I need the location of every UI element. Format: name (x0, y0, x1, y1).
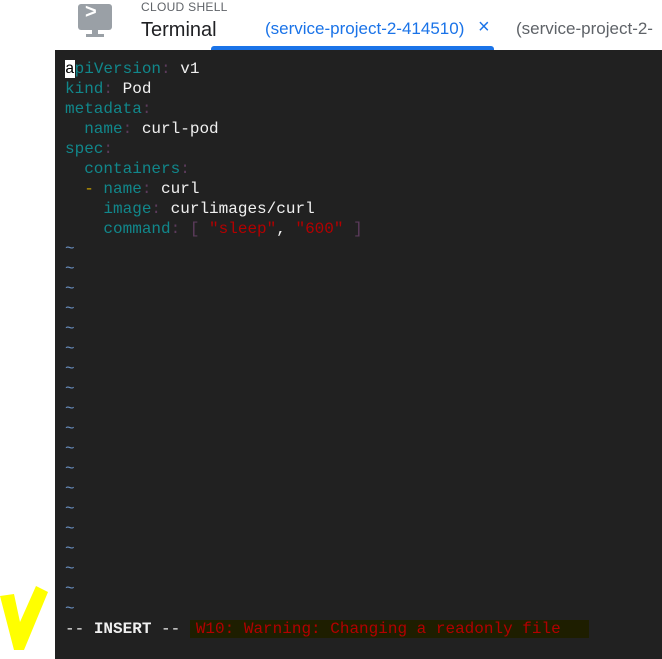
empty-line-tilde: ~ (65, 440, 75, 458)
tab-inactive[interactable]: (service-project-2- (516, 19, 653, 39)
yaml-key: image (103, 200, 152, 218)
colon: : (141, 100, 152, 118)
empty-line: ~ (65, 499, 589, 519)
empty-line: ~ (65, 439, 589, 459)
empty-line: ~ (65, 479, 589, 499)
empty-line-tilde: ~ (65, 400, 75, 418)
code-line: apiVersion: v1 (65, 59, 589, 79)
empty-line: ~ (65, 299, 589, 319)
empty-line-tilde: ~ (65, 280, 75, 298)
empty-line-tilde: ~ (65, 340, 75, 358)
colon: : (103, 140, 114, 158)
empty-line: ~ (65, 319, 589, 339)
list-dash: - (84, 180, 104, 198)
colon: : (103, 80, 114, 98)
empty-line-tilde: ~ (65, 240, 75, 258)
colon: : (151, 200, 162, 218)
bracket: ] (343, 220, 363, 238)
yaml-key: kind (65, 80, 104, 98)
warning-message: W10: Warning: Changing a readonly file (189, 620, 589, 638)
code-line: command: [ "sleep", "600" ] (65, 219, 589, 239)
yaml-value: curl (161, 180, 200, 198)
yaml-key: spec (65, 140, 104, 158)
colon: : (122, 120, 133, 138)
empty-line-tilde: ~ (65, 560, 75, 578)
empty-line: ~ (65, 239, 589, 259)
colon: : (161, 60, 171, 78)
bracket: [ (189, 220, 210, 238)
empty-line-tilde: ~ (65, 500, 75, 518)
cursor: a (65, 60, 75, 78)
yaml-key: metadata (65, 100, 142, 118)
page-title: Terminal (141, 19, 217, 41)
empty-line-tilde: ~ (65, 360, 75, 378)
colon: : (180, 160, 190, 178)
yaml-key: containers (84, 160, 181, 178)
empty-line-tilde: ~ (65, 460, 75, 478)
empty-line: ~ (65, 279, 589, 299)
empty-line: ~ (65, 519, 589, 539)
empty-line: ~ (65, 579, 589, 599)
colon: : (170, 220, 181, 238)
terminal-icon: > (78, 1, 112, 37)
comma: , (276, 220, 296, 238)
empty-line: ~ (65, 399, 589, 419)
yaml-value: curl-pod (141, 120, 219, 138)
code-line: spec: (65, 139, 589, 159)
colon: : (141, 180, 152, 198)
yaml-key: piVersion (74, 60, 162, 78)
code-line: containers: (65, 159, 589, 179)
empty-line-tilde: ~ (65, 520, 75, 538)
empty-line: ~ (65, 459, 589, 479)
code-line: kind: Pod (65, 79, 589, 99)
empty-line: ~ (65, 379, 589, 399)
code-line: - name: curl (65, 179, 589, 199)
code-line: name: curl-pod (65, 119, 589, 139)
empty-line-tilde: ~ (65, 540, 75, 558)
empty-line: ~ (65, 419, 589, 439)
empty-line: ~ (65, 339, 589, 359)
empty-line-tilde: ~ (65, 420, 75, 438)
empty-line: ~ (65, 559, 589, 579)
terminal-screen[interactable]: apiVersion: v1 kind: Pod metadata: name: c… (55, 50, 662, 659)
empty-line-tilde: ~ (65, 300, 75, 318)
empty-line: ~ (65, 359, 589, 379)
yaml-value: curlimages/curl (170, 200, 315, 218)
yaml-value: v1 (180, 60, 200, 78)
mode-indicator: INSERT (93, 620, 152, 638)
status-line: -- INSERT -- W10: Warning: Changing a re… (65, 619, 589, 639)
code-line: image: curlimages/curl (65, 199, 589, 219)
empty-line-tilde: ~ (65, 320, 75, 338)
empty-line-tilde: ~ (65, 600, 75, 618)
empty-line-tilde: ~ (65, 260, 75, 278)
string-value: "600" (295, 220, 344, 238)
string-value: "sleep" (209, 220, 277, 238)
code-line: metadata: (65, 99, 589, 119)
empty-line-tilde: ~ (65, 380, 75, 398)
yaml-key: name (84, 120, 123, 138)
empty-line: ~ (65, 539, 589, 559)
yaml-key: command (103, 220, 171, 238)
empty-line: ~ (65, 599, 589, 619)
yaml-value: Pod (122, 80, 152, 98)
close-icon[interactable]: × (478, 16, 490, 39)
annotation-checkmark (0, 586, 48, 650)
empty-line: ~ (65, 259, 589, 279)
vim-buffer[interactable]: apiVersion: v1 kind: Pod metadata: name: c… (65, 59, 589, 639)
empty-line-tilde: ~ (65, 580, 75, 598)
yaml-key: name (103, 180, 142, 198)
cloud-shell-header: > CLOUD SHELL Terminal (service-project-… (0, 0, 662, 50)
section-label: CLOUD SHELL (141, 0, 228, 14)
tab-active[interactable]: (service-project-2-414510) (265, 19, 464, 39)
empty-line-tilde: ~ (65, 480, 75, 498)
